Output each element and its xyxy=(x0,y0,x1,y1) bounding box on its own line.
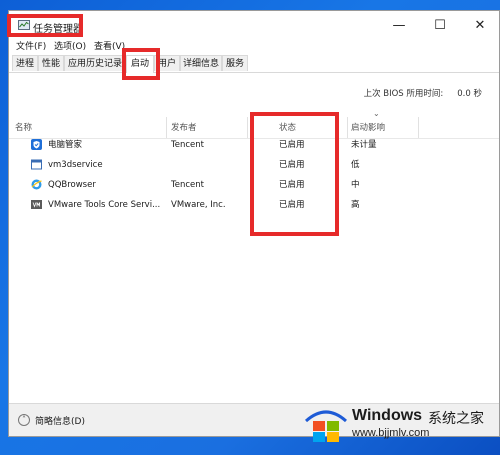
minimize-button[interactable]: — xyxy=(379,11,419,41)
bios-time-value: 0.0 秒 xyxy=(457,89,482,99)
shield-icon xyxy=(31,139,42,150)
row-name: QQBrowser xyxy=(48,180,96,190)
menu-bar: 文件(F) 选项(O) 查看(V) xyxy=(9,39,499,53)
row-publisher: Tencent xyxy=(171,140,204,150)
tab-bar: 进程 性能 应用历史记录 启动 用户 详细信息 服务 xyxy=(9,55,499,73)
watermark-brand-cn: 系统之家 xyxy=(428,411,484,427)
window-icon xyxy=(31,159,42,170)
row-impact: 未计量 xyxy=(351,140,377,150)
windows-logo-icon xyxy=(304,410,348,442)
tab-app-history[interactable]: 应用历史记录 xyxy=(64,55,126,71)
row-publisher: Tencent xyxy=(171,180,204,190)
row-impact: 低 xyxy=(351,160,360,170)
bios-time-label: 上次 BIOS 所用时间: xyxy=(363,89,444,99)
tab-performance[interactable]: 性能 xyxy=(38,55,64,71)
tab-processes[interactable]: 进程 xyxy=(12,55,38,71)
row-impact: 中 xyxy=(351,180,360,190)
row-name: VMware Tools Core Servi... xyxy=(48,200,161,210)
row-name: 电脑管家 xyxy=(48,140,83,150)
sort-caret-icon: ⌄ xyxy=(373,109,380,118)
watermark-brand: Windows xyxy=(352,407,423,424)
tab-services[interactable]: 服务 xyxy=(222,55,248,71)
row-name: vm3dservice xyxy=(48,160,103,170)
chevron-up-icon[interactable]: ˄ xyxy=(18,414,30,426)
bios-time: 上次 BIOS 所用时间: 0.0 秒 xyxy=(364,87,482,99)
highlight-box-title xyxy=(7,14,83,37)
highlight-box-status-column xyxy=(250,112,339,236)
row-publisher: VMware, Inc. xyxy=(171,200,226,210)
menu-options[interactable]: 选项(O) xyxy=(54,39,86,52)
row-impact: 高 xyxy=(351,200,360,210)
menu-view[interactable]: 查看(V) xyxy=(94,39,125,52)
tab-details[interactable]: 详细信息 xyxy=(180,55,222,71)
fewer-details-link[interactable]: 简略信息(D) xyxy=(35,414,85,427)
maximize-button[interactable]: ☐ xyxy=(420,11,460,41)
watermark: Windows 系统之家 www.bjjmlv.com xyxy=(304,405,492,445)
highlight-box-startup-tab xyxy=(122,48,160,80)
close-button[interactable]: ✕ xyxy=(460,11,499,41)
qqbrowser-icon xyxy=(31,179,42,190)
menu-file[interactable]: 文件(F) xyxy=(16,39,46,52)
vmware-icon xyxy=(31,200,42,209)
watermark-url: www.bjjmlv.com xyxy=(352,427,430,439)
